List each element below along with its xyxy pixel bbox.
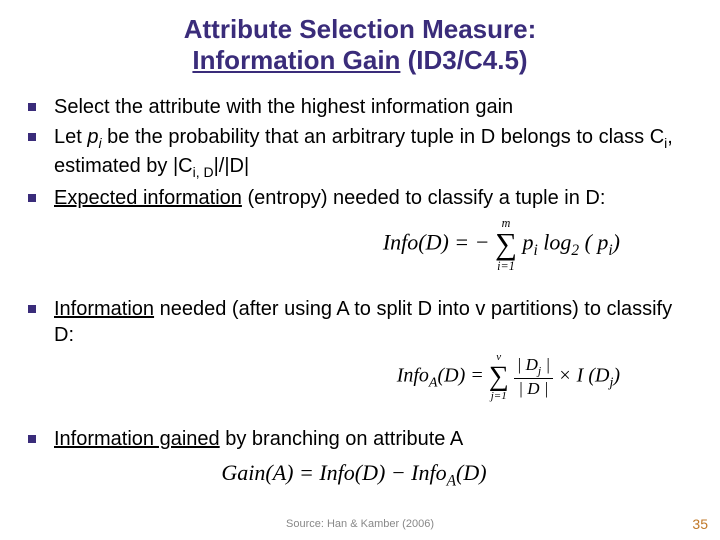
- bullet-3: Expected information (entropy) needed to…: [28, 185, 680, 211]
- bullet-4: Information needed (after using A to spl…: [28, 296, 680, 348]
- bullet-1-text: Select the attribute with the highest in…: [54, 94, 680, 120]
- bullet-5: Information gained by branching on attri…: [28, 426, 680, 452]
- bullet-icon: [28, 133, 36, 141]
- bullet-4-text: Information needed (after using A to spl…: [54, 296, 680, 348]
- page-number: 35: [692, 516, 708, 532]
- formula-gain-a: Gain(A) = Info(D) − InfoA(D): [28, 460, 680, 490]
- title-line2: Information Gain (ID3/C4.5): [0, 45, 720, 76]
- title-line1: Attribute Selection Measure:: [0, 14, 720, 45]
- bullet-icon: [28, 435, 36, 443]
- bullet-icon: [28, 103, 36, 111]
- slide-title: Attribute Selection Measure: Information…: [0, 0, 720, 76]
- bullet-3-text: Expected information (entropy) needed to…: [54, 185, 680, 211]
- bullet-5-text: Information gained by branching on attri…: [54, 426, 680, 452]
- formula-info-a-d: InfoA(D) = v ∑ j=1 | Dj | | D | × I (Dj): [28, 352, 680, 402]
- bullet-icon: [28, 305, 36, 313]
- bullet-1: Select the attribute with the highest in…: [28, 94, 680, 120]
- formula-info-d: Info(D) = − m ∑ i=1 pi log2 ( pi): [28, 217, 680, 272]
- bullet-2-text: Let pi be the probability that an arbitr…: [54, 124, 680, 180]
- content-area: Select the attribute with the highest in…: [0, 76, 720, 490]
- bullet-icon: [28, 194, 36, 202]
- bullet-2: Let pi be the probability that an arbitr…: [28, 124, 680, 180]
- source-citation: Source: Han & Kamber (2006): [0, 518, 720, 530]
